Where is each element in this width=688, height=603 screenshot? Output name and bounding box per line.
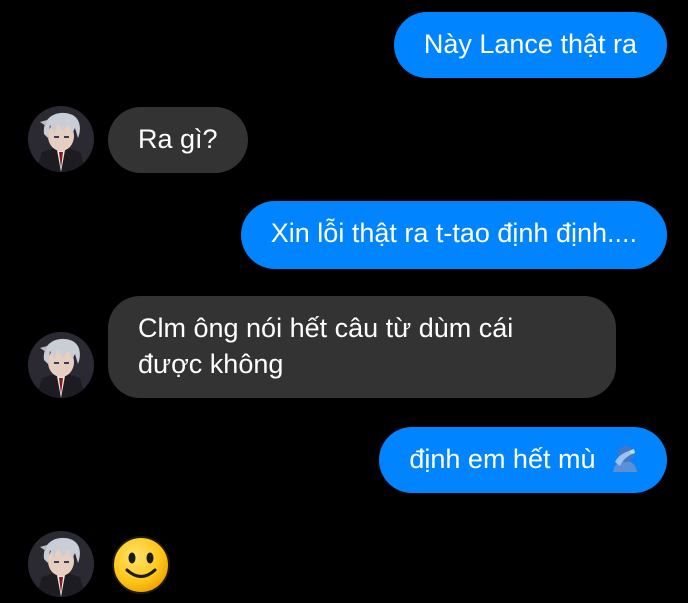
avatar[interactable] [28, 332, 94, 398]
slightly-smiling-face-emoji-icon[interactable] [110, 534, 172, 596]
anime-character-avatar-icon [28, 531, 94, 597]
person-facepalming-emoji-icon [609, 442, 641, 483]
message-text: Xin lỗi thật ra t-tao định định.... [270, 218, 637, 248]
message-text: định em hết mù [409, 444, 596, 474]
message-text-line-2: được không [138, 349, 284, 379]
incoming-message-bubble[interactable]: Ra gì? [108, 107, 248, 173]
message-text-line-1: Clm ông nói hết câu từ dùm cái [138, 313, 514, 343]
anime-character-avatar-icon [28, 332, 94, 398]
avatar[interactable] [28, 106, 94, 172]
anime-character-avatar-icon [28, 106, 94, 172]
outgoing-message-bubble[interactable]: Xin lỗi thật ra t-tao định định.... [240, 201, 667, 269]
chat-thread: Này Lance thật ra Ra gì? Xin lỗi thật ra… [0, 0, 688, 603]
message-text: Ra gì? [138, 124, 218, 154]
message-text: Này Lance thật ra [423, 29, 637, 59]
outgoing-message-bubble[interactable]: Này Lance thật ra [393, 12, 667, 78]
outgoing-message-bubble[interactable]: định em hết mù [379, 427, 667, 493]
avatar[interactable] [28, 531, 94, 597]
incoming-message-bubble[interactable]: Clm ông nói hết câu từ dùm cái được khôn… [108, 296, 616, 398]
